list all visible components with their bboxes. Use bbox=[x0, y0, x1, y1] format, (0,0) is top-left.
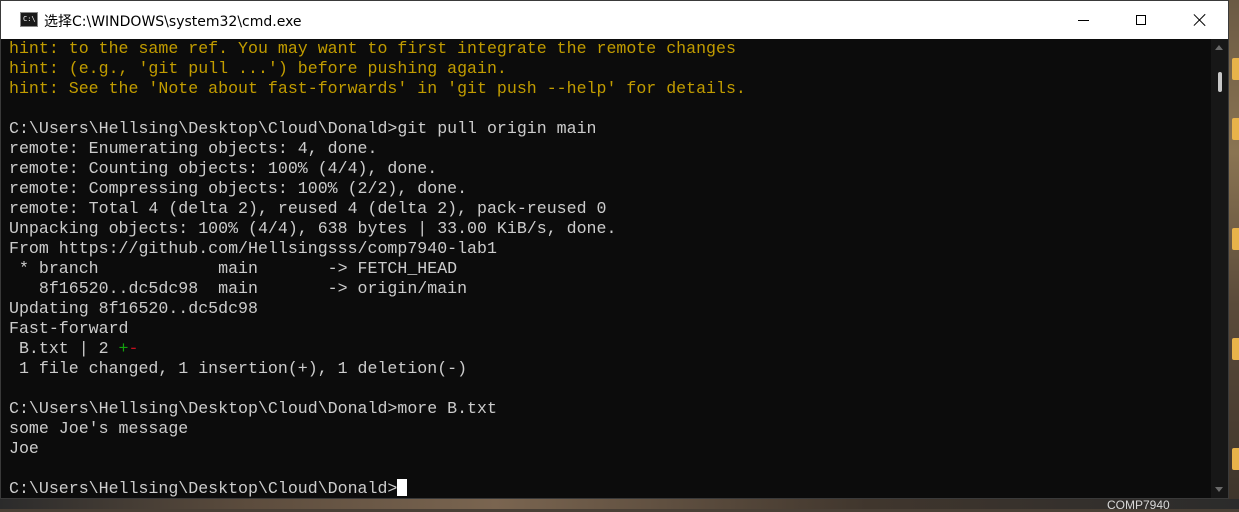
prompt-text: C:\Users\Hellsing\Desktop\Cloud\Donald> bbox=[9, 479, 398, 498]
maximize-button[interactable] bbox=[1112, 1, 1170, 39]
scrollbar-thumb[interactable] bbox=[1218, 72, 1222, 92]
vertical-scrollbar[interactable] bbox=[1211, 39, 1228, 498]
console-line: hint: See the 'Note about fast-forwards'… bbox=[9, 79, 746, 98]
console-line: remote: Counting objects: 100% (4/4), do… bbox=[9, 159, 438, 178]
desktop-background-bottom bbox=[0, 499, 1239, 509]
cmd-app-icon[interactable]: C:\ bbox=[20, 12, 38, 27]
console-line: C:\Users\Hellsing\Desktop\Cloud\Donald>g… bbox=[9, 119, 597, 138]
scroll-up-arrow-icon[interactable] bbox=[1215, 45, 1223, 50]
console-line: remote: Compressing objects: 100% (2/2),… bbox=[9, 179, 468, 198]
cmd-app-icon-text: C:\ bbox=[23, 15, 36, 23]
console-line: Joe bbox=[9, 439, 39, 458]
diffstat-file: B.txt | 2 bbox=[9, 339, 119, 358]
console-line: 8f16520..dc5dc98 main -> origin/main bbox=[9, 279, 468, 298]
diffstat-deletion-marker: - bbox=[128, 339, 139, 358]
prompt-line[interactable]: C:\Users\Hellsing\Desktop\Cloud\Donald> bbox=[9, 479, 1209, 499]
console-line: * branch main -> FETCH_HEAD bbox=[9, 259, 458, 278]
console-line: Unpacking objects: 100% (4/4), 638 bytes… bbox=[9, 219, 617, 238]
desktop-folder-icon[interactable] bbox=[1232, 118, 1239, 140]
desktop-folder-icon[interactable] bbox=[1232, 58, 1239, 80]
console-line: hint: to the same ref. You may want to f… bbox=[9, 39, 736, 58]
console-line: remote: Total 4 (delta 2), reused 4 (del… bbox=[9, 199, 607, 218]
scroll-down-arrow-icon[interactable] bbox=[1215, 487, 1223, 492]
console-line: hint: (e.g., 'git pull ...') before push… bbox=[9, 59, 507, 78]
desktop-folder-icon[interactable] bbox=[1232, 338, 1239, 360]
window-title: 选择C:\WINDOWS\system32\cmd.exe bbox=[44, 14, 302, 30]
console-output[interactable]: hint: to the same ref. You may want to f… bbox=[9, 39, 1209, 499]
cmd-window: C:\ 选择C:\WINDOWS\system32\cmd.exe hint: … bbox=[0, 0, 1229, 499]
minimize-icon bbox=[1077, 19, 1089, 21]
desktop-item-label[interactable]: COMP7940 bbox=[1107, 498, 1170, 512]
diffstat-line: B.txt | 2 +- bbox=[9, 339, 1209, 359]
desktop-folder-icon[interactable] bbox=[1232, 448, 1239, 470]
console-line: From https://github.com/Hellsingsss/comp… bbox=[9, 239, 497, 258]
console-line: remote: Enumerating objects: 4, done. bbox=[9, 139, 378, 158]
diffstat-insertion-marker: + bbox=[118, 339, 129, 358]
minimize-button[interactable] bbox=[1054, 1, 1112, 39]
text-cursor bbox=[397, 479, 408, 496]
close-icon bbox=[1193, 13, 1207, 27]
desktop-folder-icon[interactable] bbox=[1232, 228, 1239, 250]
console-line: some Joe's message bbox=[9, 419, 189, 438]
console-line: Fast-forward bbox=[9, 319, 129, 338]
maximize-icon bbox=[1136, 15, 1146, 25]
console-line: C:\Users\Hellsing\Desktop\Cloud\Donald>m… bbox=[9, 399, 497, 418]
title-bar[interactable]: C:\ 选择C:\WINDOWS\system32\cmd.exe bbox=[1, 1, 1228, 39]
console-line: Updating 8f16520..dc5dc98 bbox=[9, 299, 258, 318]
console-line: 1 file changed, 1 insertion(+), 1 deleti… bbox=[9, 359, 468, 378]
close-button[interactable] bbox=[1171, 1, 1229, 39]
